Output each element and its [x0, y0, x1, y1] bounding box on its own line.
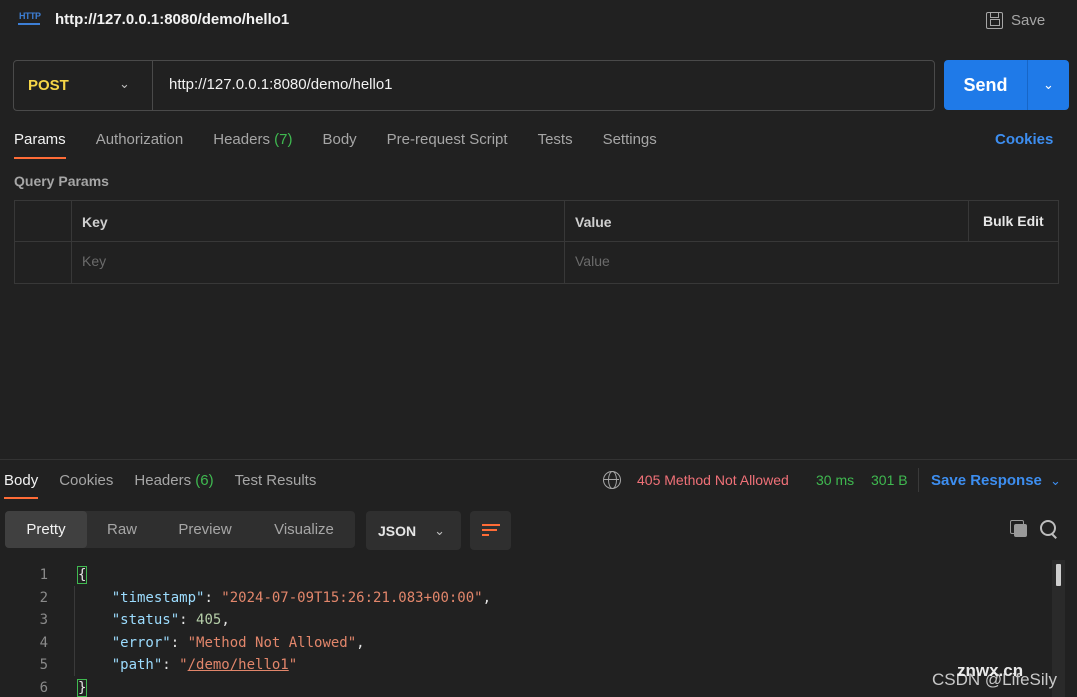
chevron-down-icon[interactable]: ⌄ [1050, 473, 1061, 489]
json-key: "path" [111, 657, 163, 673]
params-table: Key Value Bulk Edit [14, 200, 1059, 284]
tab-preview[interactable]: Preview [157, 511, 253, 548]
line-number: 4 [39, 635, 48, 651]
response-tab-headers-label: Headers [134, 472, 192, 489]
tab-pre-request-script[interactable]: Pre-request Script [387, 131, 508, 161]
chevron-down-icon: ⌄ [434, 522, 446, 538]
code-line: "status": 405, [111, 612, 230, 628]
format-label: JSON [378, 522, 417, 539]
cookies-link[interactable]: Cookies [995, 131, 1053, 148]
tab-pretty[interactable]: Pretty [5, 511, 87, 548]
response-headers-count: (6) [195, 472, 214, 489]
tab-visualize[interactable]: Visualize [253, 511, 355, 548]
quote: " [288, 657, 298, 673]
line-number: 6 [39, 680, 48, 696]
response-tab-body[interactable]: Body [4, 472, 39, 499]
code-line: "path": "/demo/hello1" [111, 657, 298, 673]
tab-params[interactable]: Params [14, 131, 66, 161]
open-brace: { [76, 566, 88, 584]
method-select[interactable]: POST [28, 77, 69, 94]
send-button-group: Send ⌄ [944, 60, 1069, 110]
response-tab-headers[interactable]: Headers (6) [134, 472, 213, 489]
scrollbar-thumb[interactable] [1056, 564, 1061, 586]
save-button[interactable]: Save [986, 9, 1045, 31]
search-icon[interactable] [1040, 520, 1058, 538]
chevron-down-icon[interactable]: ⌄ [1028, 60, 1069, 110]
json-key: "timestamp" [111, 590, 205, 606]
watermark-author: CSDN @LifeSily [932, 670, 1057, 689]
save-response-button[interactable]: Save Response [931, 472, 1042, 489]
view-mode-tabs: Pretty Raw Preview Visualize [5, 511, 355, 548]
tab-body[interactable]: Body [322, 131, 356, 161]
tab-raw[interactable]: Raw [87, 511, 157, 548]
tab-tests[interactable]: Tests [538, 131, 573, 161]
tab-headers[interactable]: Headers (7) [213, 131, 292, 161]
format-select[interactable]: JSON ⌄ [366, 511, 461, 550]
code-line: "error": "Method Not Allowed", [111, 635, 365, 651]
json-value: "2024-07-09T15:26:21.083+00:00" [221, 590, 483, 606]
line-number: 3 [39, 612, 48, 628]
response-divider[interactable] [0, 459, 1077, 460]
value-column-header: Value [575, 214, 612, 230]
wrap-icon [482, 524, 500, 537]
json-key: "error" [111, 635, 171, 651]
globe-icon[interactable] [603, 471, 621, 489]
code-line: "timestamp": "2024-07-09T15:26:21.083+00… [111, 590, 492, 606]
url-input[interactable] [169, 76, 909, 93]
query-params-title: Query Params [14, 173, 109, 189]
save-label: Save [1011, 11, 1046, 29]
json-value: "Method Not Allowed" [187, 635, 357, 651]
value-input[interactable] [575, 253, 955, 269]
response-time[interactable]: 30 ms [816, 472, 854, 488]
chevron-down-icon[interactable]: ⌄ [119, 76, 130, 92]
url-bar: POST ⌄ [13, 60, 935, 111]
key-input[interactable] [82, 253, 552, 269]
tab-headers-label: Headers [213, 131, 270, 148]
response-tabs: Body Cookies Headers (6) Test Results [4, 472, 337, 499]
path-link[interactable]: /demo/hello1 [188, 657, 289, 673]
response-tab-test-results[interactable]: Test Results [235, 472, 317, 489]
table-row [15, 242, 1058, 283]
response-tab-cookies[interactable]: Cookies [59, 472, 113, 489]
code-line: { [76, 566, 88, 584]
table-header-row: Key Value Bulk Edit [15, 201, 1058, 242]
line-number: 2 [39, 590, 48, 606]
http-icon: HTTP [18, 11, 41, 29]
code-line: } [76, 679, 88, 697]
line-number: 5 [39, 657, 48, 673]
save-icon [986, 11, 1003, 29]
copy-icon[interactable] [1010, 520, 1028, 538]
json-key: "status" [111, 612, 180, 628]
bulk-edit-button[interactable]: Bulk Edit [983, 213, 1044, 229]
send-button[interactable]: Send [944, 60, 1027, 110]
json-value: 405 [196, 612, 222, 628]
key-column-header: Key [82, 214, 108, 230]
wrap-lines-button[interactable] [470, 511, 511, 550]
quote: " [179, 657, 188, 673]
status-badge[interactable]: 405 Method Not Allowed [637, 472, 789, 488]
headers-count: (7) [274, 131, 293, 148]
request-tabs: Params Authorization Headers (7) Body Pr… [14, 131, 687, 161]
response-size[interactable]: 301 B [871, 472, 908, 488]
close-brace: } [76, 679, 88, 697]
request-title[interactable]: http://127.0.0.1:8080/demo/hello1 [55, 11, 289, 28]
tab-settings[interactable]: Settings [603, 131, 657, 161]
line-number: 1 [39, 567, 48, 583]
tab-authorization[interactable]: Authorization [96, 131, 184, 161]
